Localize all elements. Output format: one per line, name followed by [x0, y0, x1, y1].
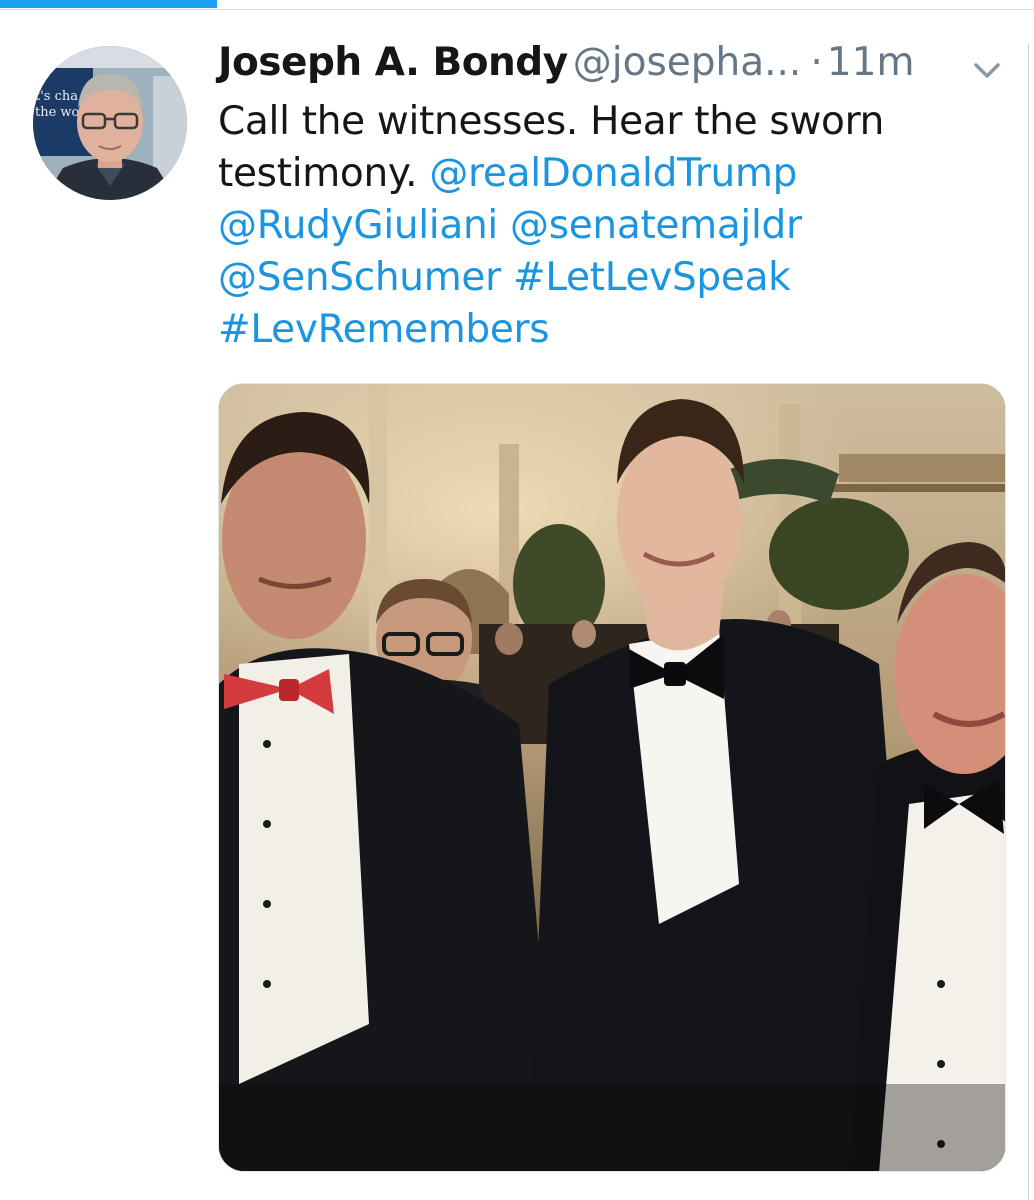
- avatar-image: t's cha the wo: [33, 46, 187, 200]
- tweet-timestamp[interactable]: 11m: [827, 40, 915, 85]
- tweet-menu-button[interactable]: [970, 58, 1004, 82]
- mention-link[interactable]: @senatemajldr: [510, 203, 802, 248]
- tweet-text-line-1: Call the witnesses. Hear the sworn: [218, 99, 885, 144]
- top-bar: [0, 0, 1034, 10]
- chevron-down-icon: [974, 63, 1000, 78]
- hashtag-link[interactable]: #LevRemembers: [218, 307, 550, 352]
- scrollbar-edge[interactable]: [1028, 44, 1034, 1200]
- photo-image: [219, 384, 1005, 1171]
- mention-link[interactable]: @realDonaldTrump: [429, 151, 797, 196]
- tweet-photo[interactable]: [218, 383, 1006, 1172]
- load-progress-bar: [0, 0, 218, 8]
- avatar[interactable]: t's cha the wo: [33, 46, 187, 200]
- display-name[interactable]: Joseph A. Bondy: [218, 40, 568, 85]
- separator-dot: ·: [810, 40, 823, 85]
- tweet-header: Joseph A. Bondy @josepha... · 11m: [218, 40, 1008, 100]
- mention-link[interactable]: @SenSchumer: [218, 255, 501, 300]
- tweet-text-plain: testimony.: [218, 151, 418, 196]
- avatar-bg-text-2: the wo: [35, 105, 80, 120]
- user-handle[interactable]: @josepha...: [573, 40, 802, 85]
- mention-link[interactable]: @RudyGiuliani: [218, 203, 498, 248]
- avatar-bg-text-1: t's cha: [35, 89, 78, 104]
- hashtag-link[interactable]: #LetLevSpeak: [513, 255, 791, 300]
- tweet-text: Call the witnesses. Hear the sworn testi…: [218, 96, 998, 356]
